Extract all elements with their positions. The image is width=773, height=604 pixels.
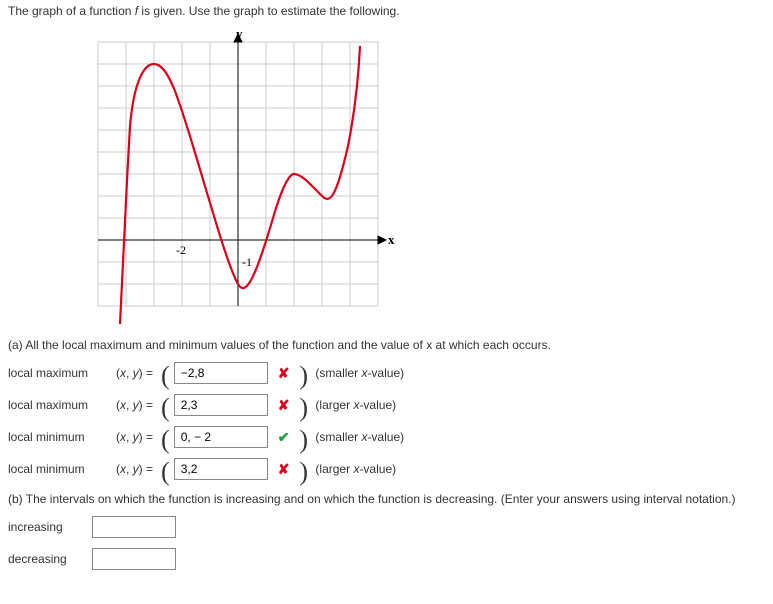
curve [120,46,360,324]
part-b: (b) The intervals on which the function … [8,492,765,570]
answer-input[interactable] [92,548,176,570]
answer-input[interactable] [174,426,268,448]
cross-icon: ✘ [278,365,290,382]
xy-equals: (x, y) = [116,398,153,412]
row-label: local maximum [8,366,108,380]
part-a: (a) All the local maximum and minimum va… [8,338,765,480]
cross-icon: ✘ [278,397,290,414]
answer-input[interactable] [92,516,176,538]
row-label: local maximum [8,398,108,412]
graph-svg: -2 -1 y x [78,26,398,326]
answer-row-localmin-smaller: local minimum (x, y) = ( ✔ ) (smaller x-… [8,426,765,448]
axis-label-y: y [236,26,243,41]
xy-equals: (x, y) = [116,462,153,476]
check-icon: ✔ [278,429,290,446]
tick-y-minus1: -1 [242,255,252,269]
part-b-heading: (b) The intervals on which the function … [8,492,765,506]
question-prompt: The graph of a function f is given. Use … [8,4,765,18]
answer-row-localmin-larger: local minimum (x, y) = ( ✘ ) (larger x-v… [8,458,765,480]
xy-equals: (x, y) = [116,430,153,444]
row-label: local minimum [8,462,108,476]
function-graph: -2 -1 y x [78,26,765,326]
row-label: increasing [8,520,88,534]
hint: (larger x-value) [312,462,396,476]
answer-row-decreasing: decreasing [8,548,765,570]
hint: (larger x-value) [312,398,396,412]
answer-row-localmax-larger: local maximum (x, y) = ( ✘ ) (larger x-v… [8,394,765,416]
answer-row-increasing: increasing [8,516,765,538]
answer-input[interactable] [174,394,268,416]
cross-icon: ✘ [278,461,290,478]
answer-input[interactable] [174,458,268,480]
xy-equals: (x, y) = [116,366,153,380]
axis-label-x: x [388,232,395,247]
tick-x-minus2: -2 [176,243,186,257]
answer-row-localmax-smaller: local maximum (x, y) = ( ✘ ) (smaller x-… [8,362,765,384]
row-label: local minimum [8,430,108,444]
row-label: decreasing [8,552,88,566]
hint: (smaller x-value) [312,430,404,444]
part-a-heading: (a) All the local maximum and minimum va… [8,338,765,352]
hint: (smaller x-value) [312,366,404,380]
answer-input[interactable] [174,362,268,384]
